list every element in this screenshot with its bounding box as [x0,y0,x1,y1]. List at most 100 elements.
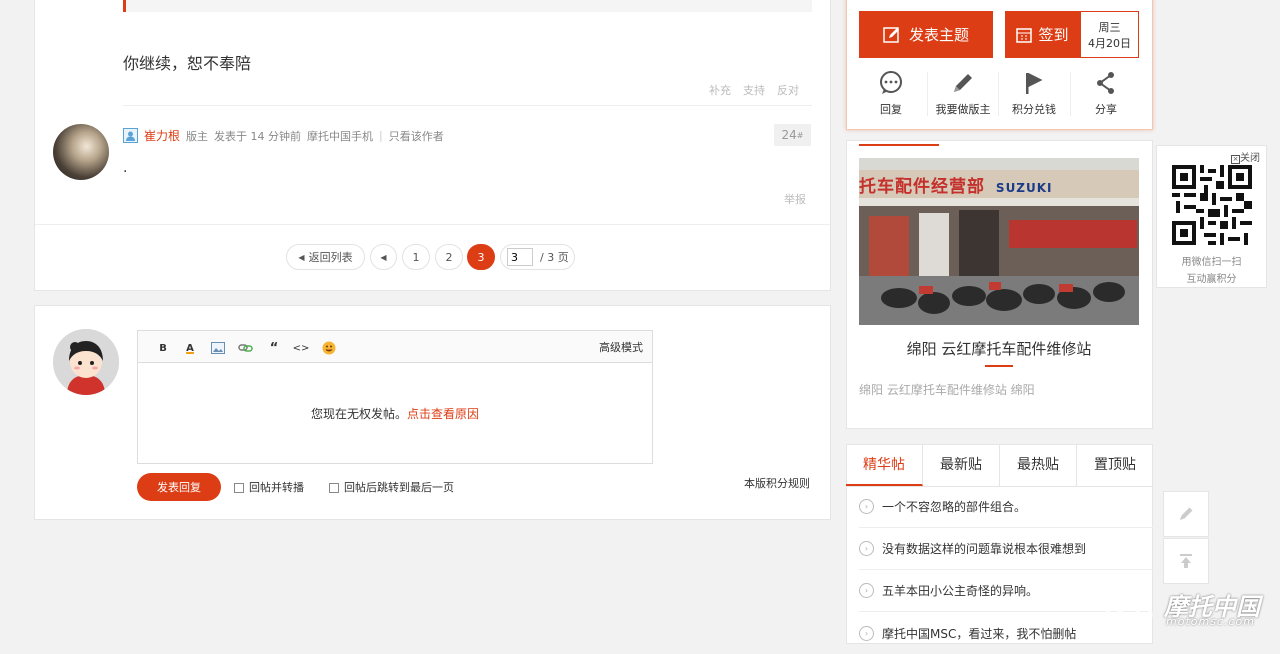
editor: B A “ <> 高级模式 您现在无权发帖。点击查看原因 [137,330,653,464]
shop-subtitle: 绵阳 云红摩托车配件维修站 绵阳 [859,383,1035,397]
rules-link[interactable]: 本版积分规则 [744,475,810,491]
author-avatar[interactable] [53,124,109,180]
points-label: 积分兑钱 [1012,103,1056,116]
back-to-list-button[interactable]: ◀ 返回列表 [286,244,365,270]
post-time: 发表于 14 分钟前 [214,129,302,143]
notice-text: 您现在无权发帖。 [310,407,407,421]
link-icon[interactable] [238,340,254,356]
pencil-icon [1180,507,1193,520]
close-icon: × [1231,155,1240,164]
checkin-label: 签到 [1038,26,1069,44]
notice-link[interactable]: 点击查看原因 [407,407,479,421]
accent-line [859,144,939,146]
weekday: 周三 [1098,21,1121,34]
quote-block [123,0,812,12]
watermark-url: motomsc.com [1166,615,1255,628]
post-actions: 补充 支持 反对 [709,82,799,98]
list-item[interactable]: › 没有数据这样的问题靠说根本很难想到 [859,528,1153,570]
tab-featured[interactable]: 精华帖 [846,445,923,486]
report-link[interactable]: 举报 [784,191,806,207]
moderator-action[interactable]: 我要做版主 [928,70,998,117]
repost-label: 回帖并转播 [249,481,304,494]
floor-number: 24 [781,128,797,142]
author-line: 崔力根 版主 发表于 14 分钟前 摩托中国手机 | 只看该作者 [123,127,444,144]
date-box: 周三 4月20日 [1080,11,1139,58]
option-repost[interactable]: 回帖并转播 [234,479,304,495]
list-item-title: 一个不容忽略的部件组合。 [882,500,1027,514]
divider [35,224,830,225]
floor-badge[interactable]: 24 # [774,124,811,146]
qr-close-button[interactable]: × 关闭 [1231,149,1260,164]
page-total: / 3 页 [540,251,569,264]
editor-toolbar: B A “ <> 高级模式 [138,331,652,363]
repost-checkbox[interactable] [234,483,244,493]
code-icon[interactable]: <> [293,340,310,356]
new-topic-label: 发表主题 [908,26,969,44]
checkin-button[interactable]: 签到 [1005,11,1080,58]
reply-text: 你继续，恕不奉陪 [123,54,252,73]
page-jump: / 3 页 [500,244,575,270]
date: 4月20日 [1088,37,1131,50]
shop-photo[interactable]: 托车配件经营部 SUZUKI [859,158,1139,325]
font-color-button[interactable]: A [182,340,198,356]
post-source[interactable]: 摩托中国手机 [307,128,373,144]
supplement-link[interactable]: 补充 [709,82,731,98]
chevron-right-icon: › [859,499,874,514]
shop-sign: 托车配件经营部 [859,177,985,197]
author-name[interactable]: 崔力根 [144,127,180,144]
jump-last-label: 回帖后跳转到最后一页 [344,481,454,494]
page-1-button[interactable]: 1 [402,244,430,270]
page-2-button[interactable]: 2 [435,244,463,270]
triangle-left-icon: ◀ [380,252,387,262]
share-icon [1097,72,1114,94]
qr-line1: 用微信扫一扫 [1181,257,1242,268]
accent-short [985,365,1013,367]
points-action[interactable]: 积分兑钱 [999,70,1069,117]
tab-latest[interactable]: 最新贴 [923,445,1000,486]
reply-label: 回复 [880,103,902,116]
quote-icon[interactable]: “ [266,340,282,356]
support-link[interactable]: 支持 [743,82,765,98]
emoji-icon[interactable] [321,340,337,356]
page-current-button[interactable]: 3 [467,244,495,270]
shop-sign-text: 托车配件经营部 SUZUKI [859,172,1053,197]
image-icon[interactable] [210,340,226,356]
jump-last-checkbox[interactable] [329,483,339,493]
moderator-label: 我要做版主 [935,103,991,116]
quick-reply-button[interactable] [1163,491,1209,537]
bold-button[interactable]: B [155,340,171,356]
new-topic-button[interactable]: 发表主题 [859,11,993,58]
only-author-link[interactable]: 只看该作者 [389,128,444,144]
back-to-top-button[interactable] [1163,538,1209,584]
shop-brand: SUZUKI [995,181,1053,195]
back-label: 返回列表 [308,251,353,264]
my-avatar [53,329,119,395]
list-item-title: 没有数据这样的问题靠说根本很难想到 [882,542,1087,556]
flag-icon [1026,73,1043,94]
arrow-up-icon [1180,554,1192,568]
site-watermark: 摩托中国 motomsc.com [1100,583,1280,635]
chevron-right-icon: › [859,541,874,556]
motorcycle-logo-icon [1104,596,1153,624]
shop-title[interactable]: 绵阳 云红摩托车配件维修站 [859,338,1139,359]
user-icon [123,128,138,143]
submit-reply-button[interactable]: 发表回复 [137,473,221,501]
qr-close-label: 关闭 [1240,153,1260,164]
option-jump-last[interactable]: 回帖后跳转到最后一页 [329,479,454,495]
oppose-link[interactable]: 反对 [777,82,799,98]
advanced-mode-link[interactable]: 高级模式 [599,339,643,355]
qr-code-icon [1172,165,1252,245]
tab-pinned[interactable]: 置顶贴 [1077,445,1153,486]
reply-action[interactable]: 回复 [856,70,926,117]
list-item[interactable]: › 一个不容忽略的部件组合。 [859,486,1153,528]
qr-panel: × 关闭 用微信扫一扫 互动赢积分 [1156,145,1267,288]
prev-page-button[interactable]: ◀ [370,244,397,270]
page-input[interactable] [507,248,533,266]
author-role: 版主 [186,129,209,143]
comment-icon [880,71,902,94]
chevron-right-icon: › [859,583,874,598]
tab-hottest[interactable]: 最热贴 [1000,445,1077,486]
calendar-icon [1016,27,1033,43]
share-action[interactable]: 分享 [1071,70,1141,117]
pencil-icon [954,74,972,92]
